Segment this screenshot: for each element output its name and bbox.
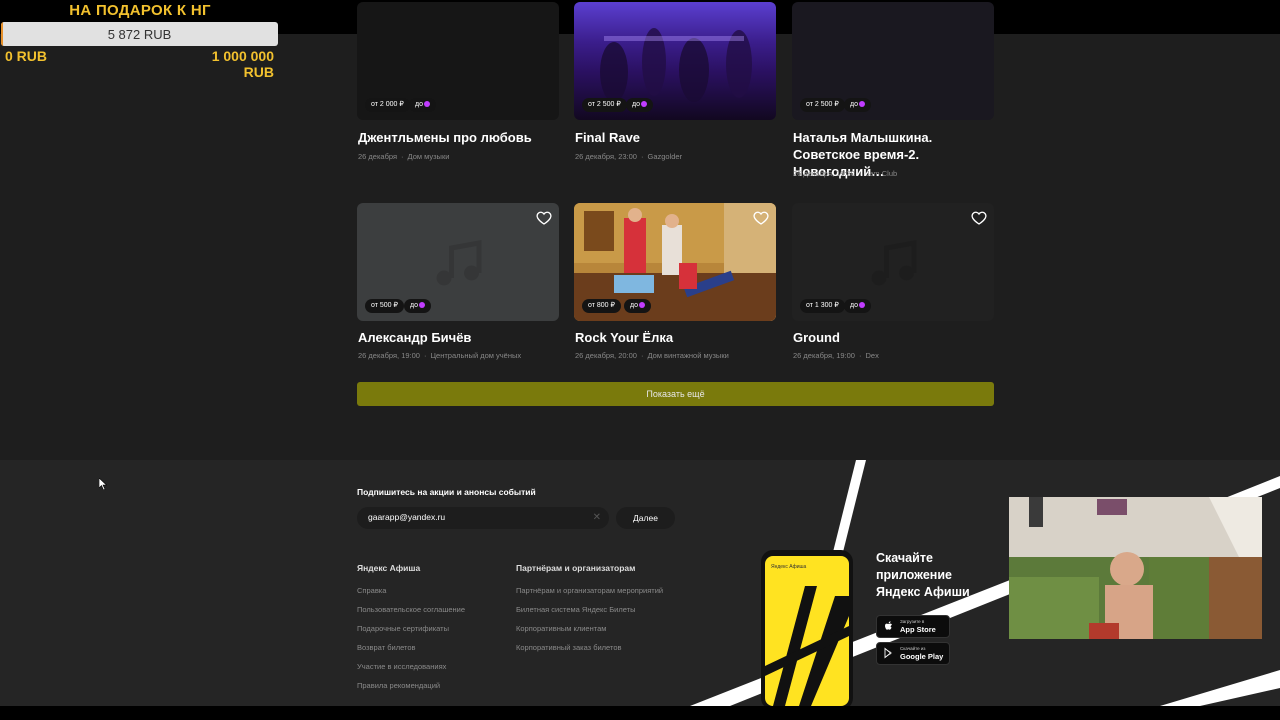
webcam-overlay xyxy=(1009,497,1262,639)
event-image[interactable]: от 500 ₽ до xyxy=(357,203,559,321)
footer-link[interactable]: Возврат билетов xyxy=(357,643,416,652)
music-note-icon xyxy=(436,240,482,286)
footer-link[interactable]: Участие в исследованиях xyxy=(357,662,446,671)
heart-icon[interactable] xyxy=(536,210,552,226)
event-image[interactable]: от 2 500 ₽ до xyxy=(574,2,776,120)
footer-column-title: Яндекс Афиша xyxy=(357,563,421,573)
event-image[interactable]: от 2 500 ₽ до xyxy=(792,2,994,120)
donation-current: 5 872 RUB xyxy=(107,27,172,42)
event-image[interactable]: от 800 ₽ до xyxy=(574,203,776,321)
footer-column-title: Партнёрам и организаторам xyxy=(516,563,636,573)
event-image[interactable]: от 1 300 ₽ до xyxy=(792,203,994,321)
donation-max: 1 000 000 RUB xyxy=(211,48,274,80)
plus-badge: до xyxy=(624,299,651,313)
webcam-feed-image xyxy=(1009,497,1262,639)
show-more-button[interactable]: Показать ещё xyxy=(357,382,994,406)
app-download-title: Скачайте приложение Яндекс Афиши xyxy=(876,551,970,599)
store-small-label: Скачайте из xyxy=(900,646,926,651)
phone-stripes xyxy=(765,586,849,706)
store-big-label: App Store xyxy=(900,625,936,634)
heart-icon[interactable] xyxy=(971,210,987,226)
donation-progress-bar: 5 872 RUB xyxy=(1,22,278,46)
event-meta: 26 декабря · Дом музыки xyxy=(358,152,450,161)
subscribe-title: Подпишитесь на акции и анонсы событий xyxy=(357,487,536,497)
price-badge: от 2 500 ₽ xyxy=(800,98,845,112)
footer-link[interactable]: Корпоративным клиентам xyxy=(516,624,606,633)
event-meta: 26 декабря, 20:00 · Дом винтажной музыки xyxy=(575,351,729,360)
event-title[interactable]: Александр Бичёв xyxy=(358,329,563,346)
event-meta: 26 декабря, 19:00 · Центральный дом учёных xyxy=(358,351,522,360)
store-big-label: Google Play xyxy=(900,652,944,661)
event-image[interactable]: от 2 000 ₽ до xyxy=(357,2,559,120)
footer-link[interactable]: Корпоративный заказ билетов xyxy=(516,643,622,652)
email-field[interactable]: ✕ xyxy=(357,507,609,529)
price-badge: от 800 ₽ xyxy=(582,299,621,313)
phone-mockup: Яндекс Афиша xyxy=(761,550,853,706)
price-badge: от 2 000 ₽ xyxy=(365,98,410,112)
event-title[interactable]: Rock Your Ёлка xyxy=(575,329,780,346)
event-meta: 26 декабря, 19:30 · Jam Club xyxy=(793,169,898,178)
google-play-icon xyxy=(884,647,892,659)
footer-link[interactable]: Справка xyxy=(357,586,386,595)
bottom-black-bar xyxy=(0,706,1280,720)
donation-min: 0 RUB xyxy=(5,48,48,64)
plus-badge: до xyxy=(844,98,871,112)
footer-link[interactable]: Правила рекомендаций xyxy=(357,681,440,690)
plus-badge: до xyxy=(626,98,653,112)
footer-link[interactable]: Подарочные сертификаты xyxy=(357,624,449,633)
price-badge: от 500 ₽ xyxy=(365,299,404,313)
apple-icon xyxy=(885,621,892,630)
footer-link[interactable]: Билетная система Яндекс Билеты xyxy=(516,605,635,614)
plus-badge: до xyxy=(404,299,431,313)
event-meta: 26 декабря, 19:00 · Dex xyxy=(793,351,879,360)
clear-icon[interactable]: ✕ xyxy=(593,512,601,523)
subscribe-next-button[interactable]: Далее xyxy=(616,507,675,529)
donation-title: НА ПОДАРОК К НГ xyxy=(69,2,211,19)
store-small-label: Загрузите в xyxy=(900,619,925,624)
price-badge: от 1 300 ₽ xyxy=(800,299,845,313)
plus-badge: до xyxy=(844,299,871,313)
event-title[interactable]: Ground xyxy=(793,329,998,346)
music-note-icon xyxy=(871,240,917,286)
app-store-button[interactable]: Загрузите в App Store xyxy=(876,615,950,638)
google-play-button[interactable]: Скачайте из Google Play xyxy=(876,642,950,665)
heart-icon[interactable] xyxy=(753,210,769,226)
event-meta: 26 декабря, 23:00 · Gazgolder xyxy=(575,152,683,161)
price-badge: от 2 500 ₽ xyxy=(582,98,627,112)
email-input[interactable] xyxy=(368,512,588,522)
cursor-icon xyxy=(99,478,107,490)
event-title[interactable]: Джентльмены про любовь xyxy=(358,129,563,146)
footer-link[interactable]: Пользовательское соглашение xyxy=(357,605,465,614)
event-title[interactable]: Final Rave xyxy=(575,129,780,146)
donation-goal-widget: НА ПОДАРОК К НГ 5 872 RUB 0 RUB 1 000 00… xyxy=(0,0,280,82)
plus-badge: до xyxy=(409,98,436,112)
footer-link[interactable]: Партнёрам и организаторам мероприятий xyxy=(516,586,663,595)
phone-screen: Яндекс Афиша xyxy=(765,556,849,706)
